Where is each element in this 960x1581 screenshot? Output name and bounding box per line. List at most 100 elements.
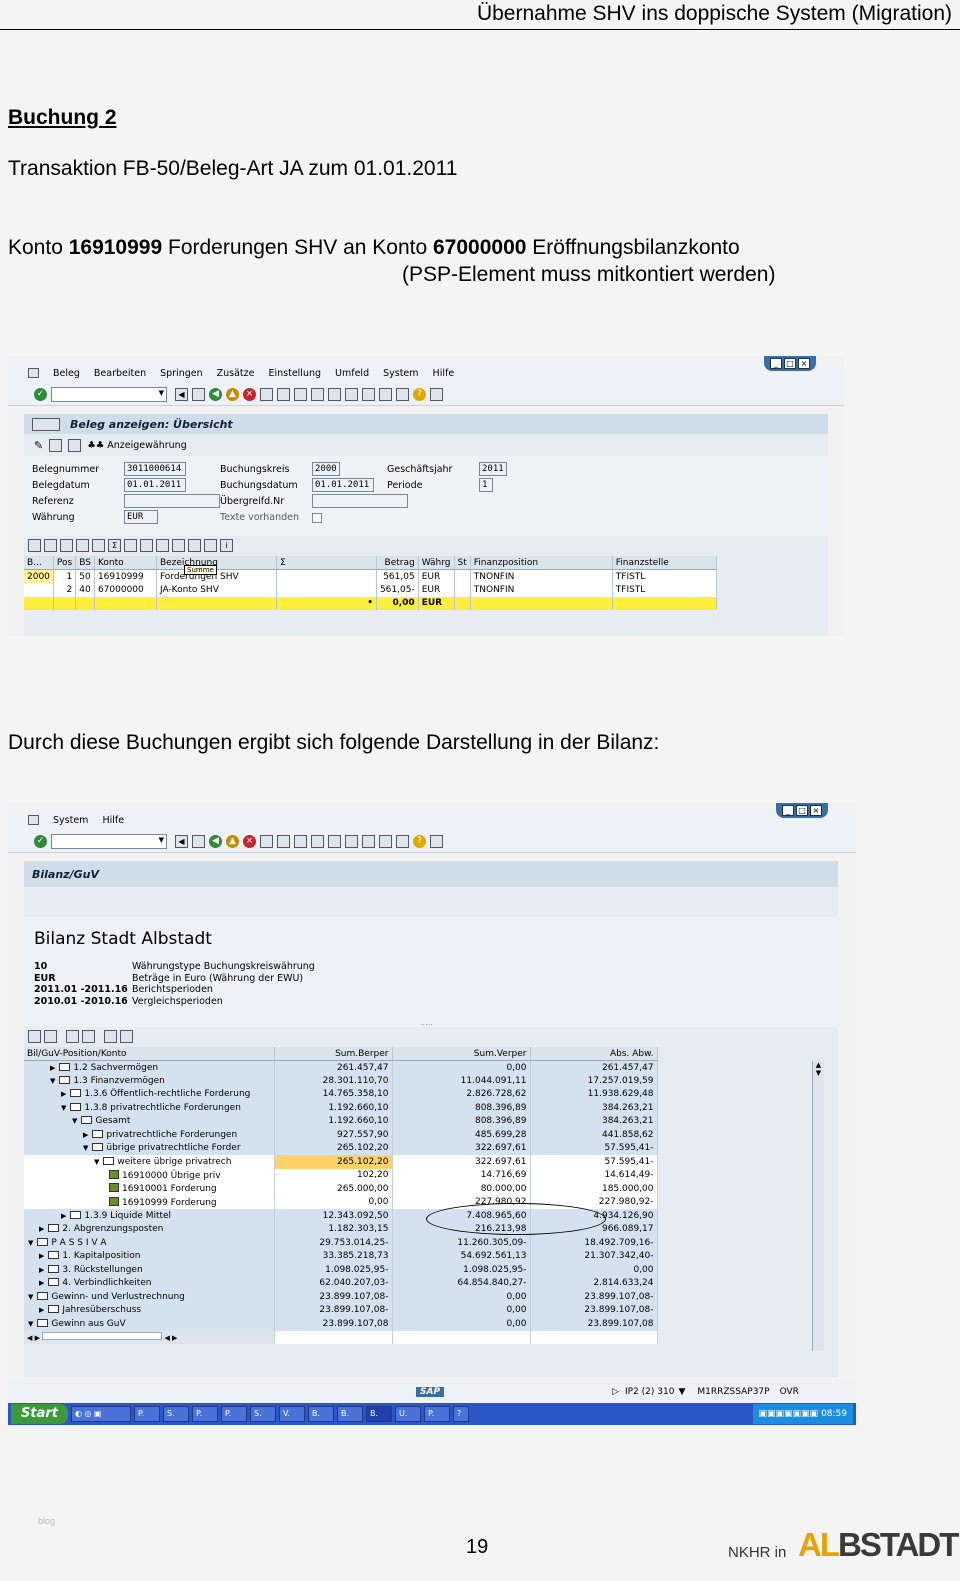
table-row[interactable]: 2000 1 50 16910999 Forderungen SHV 561,0…	[24, 569, 718, 583]
find-grid-icon[interactable]	[76, 539, 89, 552]
menu-item[interactable]: Beleg	[53, 368, 80, 379]
menu-item[interactable]: Bearbeiten	[94, 368, 146, 379]
help-icon[interactable]: ?	[413, 388, 426, 401]
taskbar-button[interactable]: P.	[423, 1406, 450, 1422]
collapsed-arrow-icon[interactable]: ▶	[61, 1090, 66, 1098]
help-icon[interactable]: ?	[413, 835, 426, 848]
col-abs-abw[interactable]: Abs. Abw.	[530, 1047, 658, 1061]
menu-icon[interactable]	[28, 368, 39, 378]
menu-item[interactable]: Hilfe	[102, 815, 124, 826]
col-waehrung[interactable]: Währg	[418, 556, 455, 570]
find-next-icon[interactable]	[294, 835, 307, 848]
find-icon[interactable]	[277, 388, 290, 401]
subtotal-icon[interactable]	[124, 539, 137, 552]
new-session-icon[interactable]	[379, 835, 392, 848]
info-icon[interactable]: i	[220, 539, 233, 552]
display-change-icon[interactable]: ✎	[34, 439, 43, 452]
quicklaunch-icons[interactable]: ◐ ◎ ▣	[70, 1406, 131, 1422]
tree-node[interactable]: ▼ weitere übrige privatrech	[24, 1155, 275, 1169]
tree-row[interactable]: 16910999 Forderung 0,00 227.980,92 227.980,…	[24, 1195, 818, 1209]
tree-row[interactable]: 16910001 Forderung 265.000,00 80.000,00 185…	[24, 1182, 818, 1196]
tree-row[interactable]: ▼ Gewinn aus GuV 23.899.107,08 0,00 23.899.1…	[24, 1317, 818, 1331]
col-bk[interactable]: B...	[24, 556, 54, 570]
periode-field[interactable]: 1	[479, 478, 493, 492]
expanded-arrow-icon[interactable]: ▼	[28, 1239, 33, 1247]
buchungsdatum-field[interactable]: 01.01.2011	[312, 478, 374, 492]
scroll-down-icon[interactable]: ▼	[813, 1069, 824, 1077]
taskbar-button[interactable]: B.	[336, 1406, 363, 1422]
maximize-icon[interactable]: □	[796, 805, 808, 816]
tree-row[interactable]: ▼ 1.3 Finanzvermögen 28.301.110,70 11.044.0…	[24, 1074, 818, 1088]
collapsed-arrow-icon[interactable]: ▶	[50, 1064, 55, 1072]
tree-row[interactable]: ▶ 4. Verbindlichkeiten 62.040.207,03- 64.85…	[24, 1276, 818, 1290]
menu-item[interactable]: System	[383, 368, 418, 379]
start-button[interactable]: Start	[11, 1404, 68, 1424]
expanded-arrow-icon[interactable]: ▼	[28, 1320, 33, 1328]
layout-icon[interactable]	[430, 835, 443, 848]
referenz-field[interactable]	[124, 494, 220, 508]
col-sum-berper[interactable]: Sum.Berper	[274, 1047, 393, 1061]
tree-node[interactable]: ▼ Gesamt	[24, 1114, 275, 1128]
next-page-icon[interactable]	[345, 835, 358, 848]
menu-item[interactable]: System	[53, 815, 88, 826]
tree-node[interactable]: ▼ Gewinn aus GuV	[24, 1317, 275, 1331]
table-row[interactable]: 2 40 67000000 JA-Konto SHV 561,05- EUR T…	[24, 583, 718, 597]
cancel-icon[interactable]: ×	[243, 388, 256, 401]
help-taskbar-icon[interactable]: ?	[452, 1406, 469, 1422]
print-tree-icon[interactable]	[104, 1030, 117, 1043]
col-sigma[interactable]: Σ	[276, 556, 377, 570]
collapse-icon[interactable]	[44, 1030, 57, 1043]
col-st[interactable]: St	[454, 556, 471, 570]
splitter-handle[interactable]: .....	[420, 1018, 433, 1027]
tree-node[interactable]: ▼ 1.3.8 privatrechtliche Forderungen	[24, 1101, 275, 1115]
prev-page-icon[interactable]	[328, 388, 341, 401]
enter-icon[interactable]: ✓	[34, 835, 47, 848]
uebergreifd-field[interactable]	[312, 494, 408, 508]
shortcut-icon[interactable]	[396, 388, 409, 401]
expanded-arrow-icon[interactable]: ▼	[94, 1158, 99, 1166]
sum-tree-icon[interactable]	[82, 1030, 95, 1043]
menu-item[interactable]: Hilfe	[433, 368, 455, 379]
command-field[interactable]	[51, 387, 167, 402]
minimize-icon[interactable]: _	[782, 805, 794, 816]
layout-tree-icon[interactable]	[120, 1030, 133, 1043]
status-system[interactable]: IP2 (2) 310	[625, 1387, 674, 1397]
expanded-arrow-icon[interactable]: ▼	[50, 1077, 55, 1085]
tree-row[interactable]: ▼ übrige privatrechtliche Forder 265.102,2…	[24, 1141, 818, 1155]
menu-item[interactable]: Einstellung	[268, 368, 321, 379]
back-arrow-icon[interactable]: ◀	[175, 835, 188, 848]
details-grid-icon[interactable]	[28, 539, 41, 552]
col-pos[interactable]: Pos	[53, 556, 77, 570]
tree-node[interactable]: 16910999 Forderung	[24, 1195, 275, 1209]
tree-row[interactable]: 16910000 Übrige priv 102,20 14.716,69 14.61…	[24, 1168, 818, 1182]
last-page-icon[interactable]	[362, 388, 375, 401]
tree-node[interactable]: ▶ 1. Kapitalposition	[24, 1249, 275, 1263]
layout-grid-icon[interactable]	[188, 539, 201, 552]
tree-row[interactable]: ▶ privatrechtliche Forderungen 927.557,90 4…	[24, 1128, 818, 1142]
col-konto[interactable]: Konto	[94, 556, 157, 570]
tree-row[interactable]: ▶ 2. Abgrenzungsposten 1.182.303,15 216.213…	[24, 1222, 818, 1236]
taskbar-button[interactable]: P.	[191, 1406, 218, 1422]
col-betrag[interactable]: Betrag	[376, 556, 419, 570]
status-arrow-icon[interactable]: ▷	[612, 1387, 619, 1397]
taskbar-button[interactable]: V.	[278, 1406, 305, 1422]
views-icon[interactable]	[156, 539, 169, 552]
scroll-up-icon[interactable]: ▲	[813, 1061, 824, 1069]
cancel-icon[interactable]: ×	[243, 835, 256, 848]
tree-node[interactable]: ▶ 1.3.6 Öffentlich-rechtliche Forderung	[24, 1087, 275, 1101]
collapsed-arrow-icon[interactable]: ▶	[39, 1279, 44, 1287]
expanded-arrow-icon[interactable]: ▼	[61, 1104, 66, 1112]
save-icon[interactable]	[192, 388, 205, 401]
belegnummer-field[interactable]: 3011000614	[124, 462, 186, 476]
collapsed-arrow-icon[interactable]: ▶	[83, 1131, 88, 1139]
col-sum-verper[interactable]: Sum.Verper	[392, 1047, 531, 1061]
menu-item[interactable]: Umfeld	[335, 368, 369, 379]
tree-row[interactable]: ▶ Jahresüberschuss 23.899.107,08- 0,00 23.89…	[24, 1303, 818, 1317]
buchungskreis-field[interactable]: 2000	[312, 462, 340, 476]
close-icon[interactable]: ×	[798, 358, 810, 369]
sum-icon[interactable]: Σ	[108, 539, 121, 552]
tree-row[interactable]: ▶ 1.3.6 Öffentlich-rechtliche Forderung 14…	[24, 1087, 818, 1101]
taskbar-button[interactable]: S.	[162, 1406, 189, 1422]
taskbar-button[interactable]: P.	[133, 1406, 160, 1422]
geschaeftsjahr-field[interactable]: 2011	[479, 462, 507, 476]
